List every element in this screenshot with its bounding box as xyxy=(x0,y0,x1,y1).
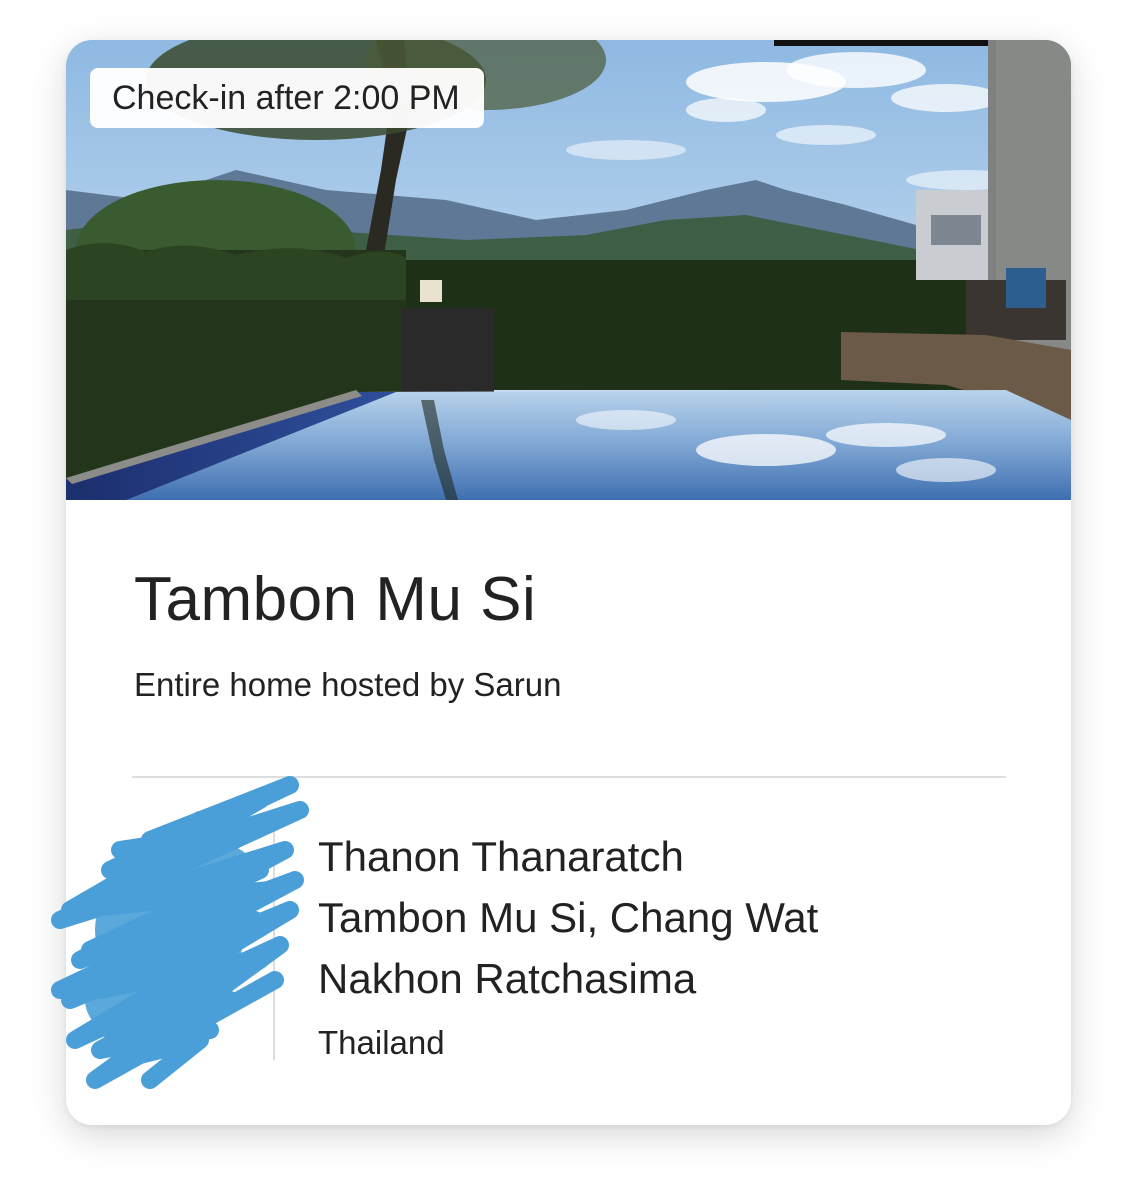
checkin-time-badge: Check-in after 2:00 PM xyxy=(90,68,484,128)
address-line-3: Nakhon Ratchasima xyxy=(318,955,697,1002)
address-line-2: Tambon Mu Si, Chang Wat xyxy=(318,894,819,941)
listing-photo[interactable]: Check-in after 2:00 PM xyxy=(66,40,1071,500)
address-block[interactable]: Thanon Thanaratch Tambon Mu Si, Chang Wa… xyxy=(318,826,818,1071)
listing-title: Tambon Mu Si xyxy=(134,565,537,634)
address-country: Thailand xyxy=(318,1024,445,1061)
listing-card[interactable]: Check-in after 2:00 PM Tambon Mu Si Enti… xyxy=(66,40,1071,1125)
address-line-1: Thanon Thanaratch xyxy=(318,833,684,880)
listing-subtitle: Entire home hosted by Sarun xyxy=(134,666,562,703)
address-vertical-divider xyxy=(273,830,275,1060)
section-divider xyxy=(132,776,1006,778)
